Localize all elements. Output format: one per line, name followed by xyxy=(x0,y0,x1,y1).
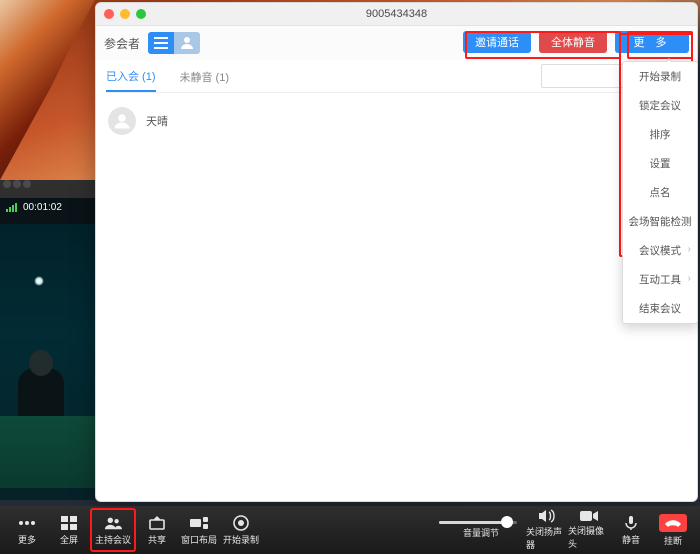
tab-unmuted[interactable]: 未静音 (1) xyxy=(180,69,230,91)
hangup-label: 挂断 xyxy=(664,534,682,547)
mute-label: 静音 xyxy=(622,533,640,546)
signal-icon xyxy=(6,203,17,212)
mute-button[interactable]: 静音 xyxy=(610,510,652,550)
call-timer: 00:01:02 xyxy=(23,202,62,213)
window-title: 9005434348 xyxy=(366,8,427,20)
bottom-toolbar: 更多 全屏 主持会议 共享 窗口布局 开始录制 音量调节 关闭扬 xyxy=(0,506,700,554)
menu-start-record[interactable]: 开始录制 xyxy=(623,62,697,91)
more-dropdown: 开始录制 锁定会议 排序 设置 点名 会场智能检测 会议模式 互动工具 结束会议 xyxy=(622,61,698,324)
camera-label: 关闭摄像头 xyxy=(568,524,610,550)
volume-slider[interactable]: 音量调节 xyxy=(436,510,526,550)
menu-detect[interactable]: 会场智能检测 xyxy=(623,207,697,236)
zoom-icon[interactable] xyxy=(136,9,146,19)
menu-settings[interactable]: 设置 xyxy=(623,149,697,178)
video-preview: 00:01:02 xyxy=(0,180,95,500)
host-meeting-button[interactable]: 主持会议 xyxy=(90,508,136,552)
menu-mode[interactable]: 会议模式 xyxy=(623,236,697,265)
menu-end[interactable]: 结束会议 xyxy=(623,294,697,323)
participants-label: 参会者 xyxy=(104,35,140,52)
speaker-button[interactable]: 关闭扬声器 xyxy=(526,510,568,550)
participant-name: 天晴 xyxy=(146,113,168,129)
record-label: 开始录制 xyxy=(223,533,259,546)
view-toggle[interactable] xyxy=(148,32,200,54)
more-menu-button[interactable]: 更多 xyxy=(6,510,48,550)
participants-panel: 9005434348 参会者 邀请通话 全体静音 更 多 已入会 xyxy=(95,2,698,502)
layout-button[interactable]: 窗口布局 xyxy=(178,510,220,550)
fullscreen-button[interactable]: 全屏 xyxy=(48,510,90,550)
list-view-icon[interactable] xyxy=(148,32,174,54)
share-label: 共享 xyxy=(148,533,166,546)
fullscreen-label: 全屏 xyxy=(60,533,78,546)
camera-button[interactable]: 关闭摄像头 xyxy=(568,510,610,550)
close-icon[interactable] xyxy=(104,9,114,19)
grid-view-icon[interactable] xyxy=(174,32,200,54)
minimize-icon[interactable] xyxy=(120,9,130,19)
avatar xyxy=(108,107,136,135)
hangup-button[interactable]: 挂断 xyxy=(652,510,694,550)
host-label: 主持会议 xyxy=(95,533,131,546)
tab-joined[interactable]: 已入会 (1) xyxy=(106,68,156,92)
more-button[interactable]: 更 多 xyxy=(615,31,689,53)
menu-tools[interactable]: 互动工具 xyxy=(623,265,697,294)
share-button[interactable]: 共享 xyxy=(136,510,178,550)
invite-button[interactable]: 邀请通话 xyxy=(463,31,531,53)
menu-sort[interactable]: 排序 xyxy=(623,120,697,149)
menu-lock[interactable]: 锁定会议 xyxy=(623,91,697,120)
mute-all-button[interactable]: 全体静音 xyxy=(539,31,607,53)
list-item[interactable]: 天晴 xyxy=(106,103,687,139)
speaker-label: 关闭扬声器 xyxy=(526,525,568,551)
layout-label: 窗口布局 xyxy=(181,533,217,546)
record-button[interactable]: 开始录制 xyxy=(220,510,262,550)
volume-label: 音量调节 xyxy=(463,526,499,539)
more-label: 更多 xyxy=(18,533,36,546)
menu-rollcall[interactable]: 点名 xyxy=(623,178,697,207)
